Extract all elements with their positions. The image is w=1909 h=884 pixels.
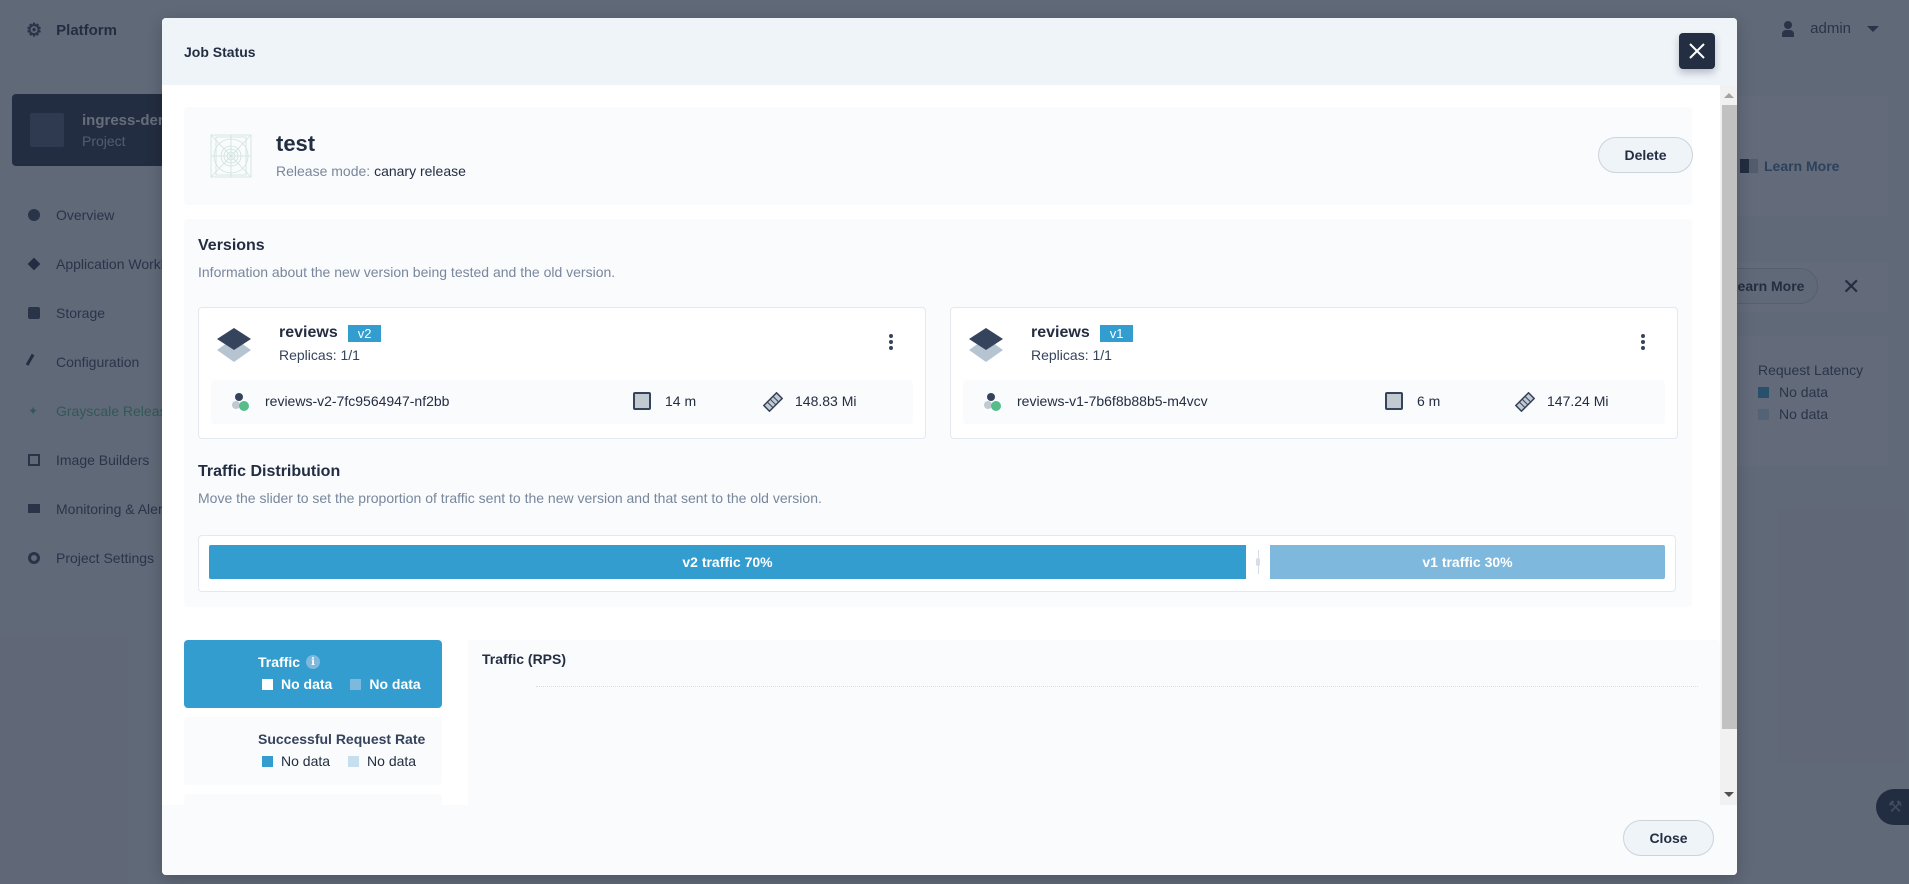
scroll-down-arrow-icon[interactable] [1724, 792, 1734, 797]
metric-title: Traffic i [258, 654, 321, 670]
versions-title: Versions [198, 237, 265, 254]
workload-icon [217, 328, 251, 362]
traffic-description: Move the slider to set the proportion of… [198, 490, 822, 506]
cpu-icon [633, 392, 651, 410]
release-mode-value: canary release [374, 163, 466, 179]
chart-title: Traffic (RPS) [482, 651, 567, 667]
pod-row: reviews-v2-7fc9564947-nf2bb 14 m 148.83 … [211, 380, 913, 424]
slider-handle[interactable] [1256, 550, 1260, 574]
legend-label: No data [281, 753, 331, 769]
modal-footer: Close [162, 805, 1737, 875]
legend-item: No data [350, 676, 421, 692]
replicas: Replicas: 1/1 [279, 347, 360, 363]
job-status-modal: Job Status test Release mode: canary rel… [162, 18, 1737, 875]
info-icon[interactable]: i [306, 655, 321, 669]
close-icon [1689, 43, 1705, 59]
job-placeholder-icon [210, 134, 252, 178]
cpu-icon [1385, 392, 1403, 410]
cpu-usage: 6 m [1417, 393, 1441, 409]
metric-title-text: Successful Request Rate [258, 731, 426, 747]
pod-icon [984, 393, 1001, 411]
legend-swatch [348, 755, 360, 767]
close-button[interactable]: Close [1623, 820, 1714, 856]
more-options-button[interactable] [1637, 332, 1649, 352]
versions-section: Versions Information about the new versi… [184, 219, 1692, 607]
workload-name: reviews [279, 324, 338, 341]
version-tag: v1 [1099, 324, 1134, 342]
metric-title-text: Traffic [258, 654, 301, 670]
cpu-usage: 14 m [665, 393, 697, 409]
more-options-button[interactable] [885, 332, 897, 352]
version-name: reviews v1 [1031, 324, 1134, 342]
modal-body: test Release mode: canary release Delete… [162, 85, 1720, 805]
v1-traffic-label: v1 traffic 30% [1422, 554, 1513, 570]
v2-traffic-bar: v2 traffic 70% [209, 545, 1246, 579]
memory-icon [763, 392, 783, 412]
legend-swatch [350, 678, 362, 690]
memory-usage: 148.83 Mi [795, 393, 857, 409]
v1-traffic-bar: v1 traffic 30% [1270, 545, 1665, 579]
versions-description: Information about the new version being … [198, 264, 616, 280]
modal-header: Job Status [162, 18, 1737, 85]
version-name: reviews v2 [279, 324, 382, 342]
metric-legend: No data No data [262, 676, 431, 692]
replicas: Replicas: 1/1 [1031, 347, 1112, 363]
version-card-v1: reviews v1 Replicas: 1/1 reviews-v1-7b6f… [950, 307, 1678, 439]
pod-row: reviews-v1-7b6f8b88b5-m4vcv 6 m 147.24 M… [963, 380, 1665, 424]
job-card: test Release mode: canary release Delete [184, 107, 1693, 205]
legend-swatch [262, 678, 273, 690]
metric-tab-successful-request-rate[interactable]: Successful Request Rate No data No data [184, 717, 442, 785]
modal-close-button[interactable] [1679, 33, 1715, 69]
chart-gridline [536, 686, 1698, 687]
memory-icon [1515, 392, 1535, 412]
legend-item: No data [348, 753, 416, 769]
scroll-thumb[interactable] [1722, 105, 1737, 729]
version-card-v2: reviews v2 Replicas: 1/1 reviews-v2-7fc9… [198, 307, 926, 439]
legend-label: No data [369, 676, 421, 692]
release-mode-label: Release mode: [276, 163, 371, 179]
legend-label: No data [367, 753, 417, 769]
traffic-title: Traffic Distribution [198, 463, 341, 480]
pod-name[interactable]: reviews-v2-7fc9564947-nf2bb [265, 393, 449, 409]
modal-title: Job Status [184, 43, 256, 60]
workload-icon [969, 328, 1003, 362]
metric-tab-traffic[interactable]: Traffic i No data No data [184, 640, 442, 708]
metric-tab-request-latency[interactable]: Request Latency [184, 794, 442, 805]
traffic-chart: Traffic (RPS) [468, 640, 1720, 805]
legend-label: No data [281, 676, 333, 692]
legend-item: No data [262, 753, 330, 769]
pod-icon [232, 393, 249, 411]
workload-name: reviews [1031, 324, 1090, 341]
legend-swatch [262, 755, 273, 767]
version-tag: v2 [347, 324, 382, 342]
release-mode: Release mode: canary release [276, 163, 466, 179]
metric-legend: No data No data [262, 753, 426, 769]
memory-usage: 147.24 Mi [1547, 393, 1609, 409]
traffic-slider: v2 traffic 70% v1 traffic 30% [198, 535, 1676, 592]
legend-item: No data [262, 676, 332, 692]
delete-button[interactable]: Delete [1598, 137, 1693, 173]
job-name: test [276, 131, 316, 156]
modal-scrollbar[interactable] [1720, 85, 1737, 805]
pod-name[interactable]: reviews-v1-7b6f8b88b5-m4vcv [1017, 393, 1208, 409]
v2-traffic-label: v2 traffic 70% [682, 554, 773, 570]
scroll-up-arrow-icon[interactable] [1724, 93, 1734, 98]
metric-title: Successful Request Rate [258, 731, 425, 747]
